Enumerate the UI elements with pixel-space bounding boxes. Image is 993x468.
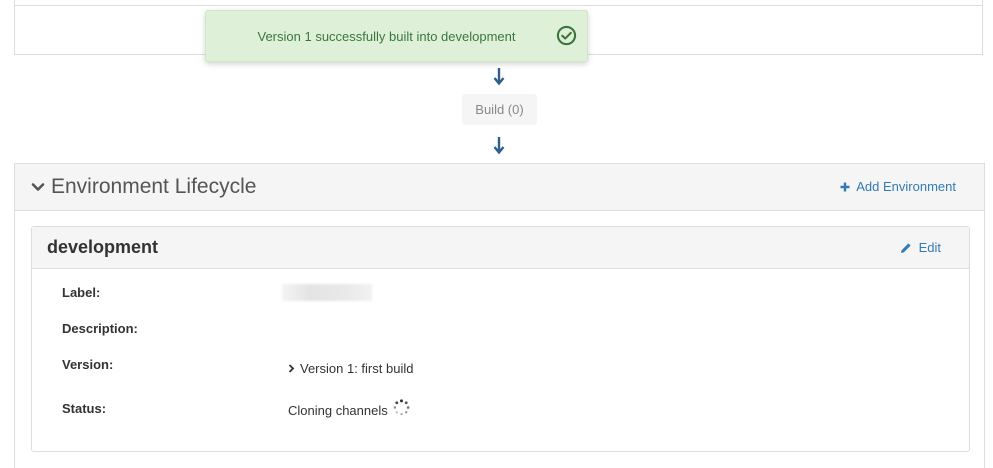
label-value-redacted [282,284,372,301]
add-environment-button[interactable]: Add Environment [840,179,956,194]
environment-name: development [47,237,159,257]
environment-panel: development Edit Label: Description: Ver… [31,226,970,452]
chevron-down-icon [31,183,45,191]
edit-environment-button[interactable]: Edit [900,240,941,255]
status-value-container: Cloning channels [288,399,410,418]
divider [15,5,982,6]
toast-message: Version 1 successfully built into develo… [257,29,516,44]
label-field-label: Label: [62,285,101,300]
version-field-label: Version: [62,357,114,372]
arrow-down-icon [493,68,505,86]
page: Version 1 successfully built into develo… [0,0,993,468]
spinner-icon [393,399,410,416]
check-circle-icon [556,25,577,46]
lifecycle-title: Environment Lifecycle [51,175,257,198]
add-environment-label: Add Environment [856,179,956,194]
chevron-right-icon [288,364,295,373]
arrow-down-icon [493,137,505,155]
edit-label: Edit [918,240,941,255]
build-step[interactable]: Build (0) [462,94,537,125]
status-value: Cloning channels [288,403,388,418]
pencil-icon [900,242,911,253]
success-toast[interactable]: Version 1 successfully built into develo… [205,10,588,62]
lifecycle-toggle[interactable]: Environment Lifecycle [31,175,256,199]
status-field-label: Status: [62,401,107,416]
version-value: Version 1: first build [300,361,414,376]
environment-lifecycle-panel: Environment Lifecycle Add Environment de… [14,163,985,468]
version-link[interactable]: Version 1: first build [288,361,413,376]
lifecycle-header: Environment Lifecycle Add Environment [15,164,984,211]
description-field-label: Description: [62,321,138,336]
plus-icon [840,182,850,191]
environment-header: development Edit [32,227,969,269]
